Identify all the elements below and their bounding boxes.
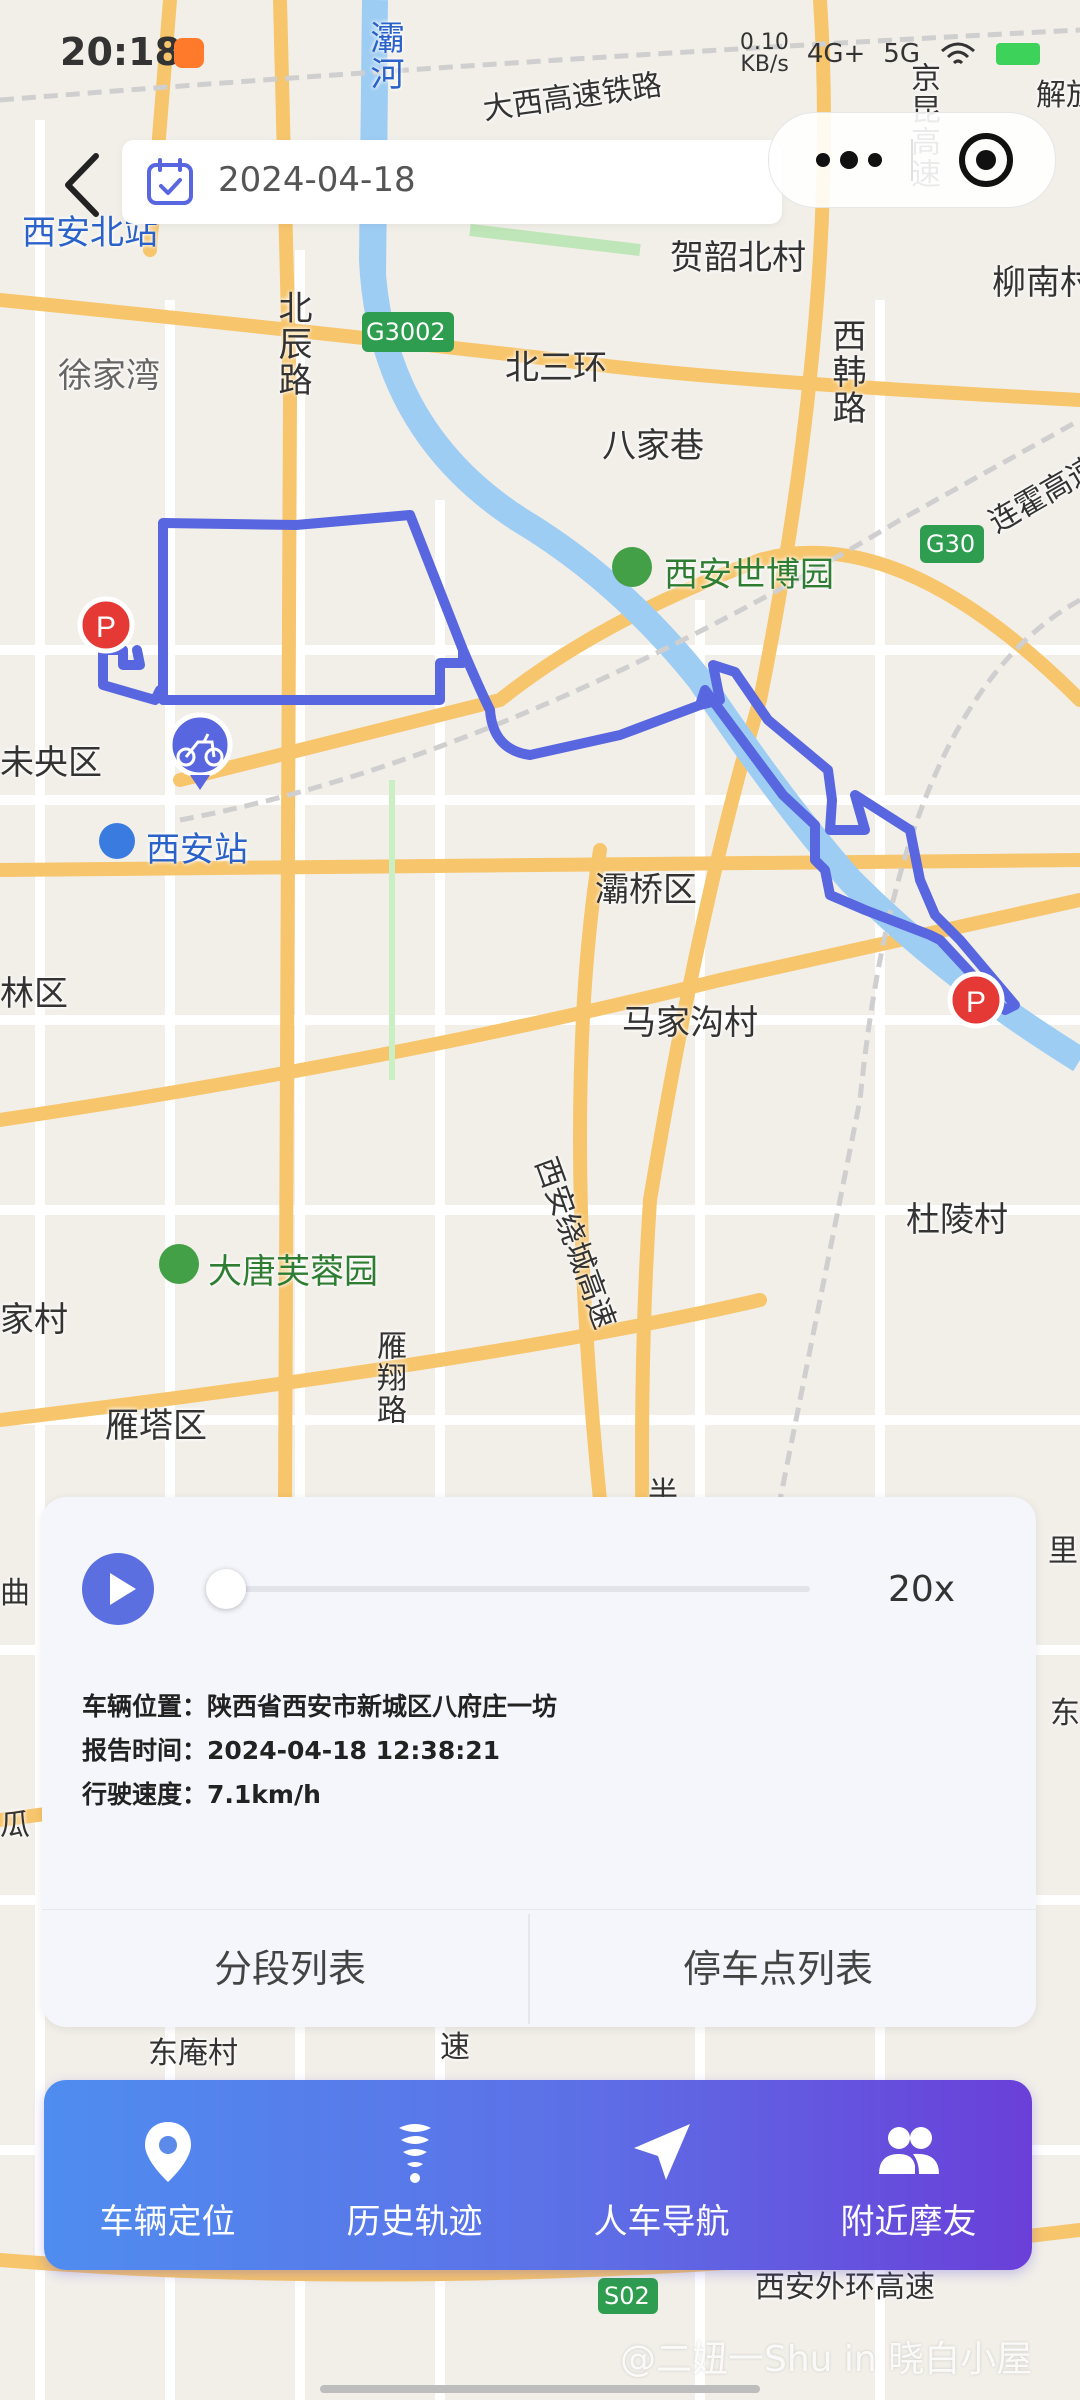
nav-label: 车辆定位 — [99, 2202, 236, 2242]
status-icons: 0.10 KB/s 4G+ 5G — [740, 32, 1040, 76]
status-time: 20:18 — [60, 30, 181, 74]
tab-parking-list[interactable]: 停车点列表 — [530, 1910, 1026, 2028]
map-label-place: 杜陵村 — [906, 1200, 1008, 1240]
play-icon — [110, 1573, 136, 1605]
map-label-road: 西韩路 — [826, 318, 866, 426]
calendar-check-icon — [147, 158, 193, 205]
map-label-place: 家村 — [0, 1300, 68, 1340]
map-label-shield: S02 — [604, 2282, 650, 2310]
report-time-label: 报告时间： — [82, 1736, 208, 1765]
progress-thumb[interactable] — [206, 1569, 246, 1609]
net-unit: KB/s — [740, 52, 789, 77]
map-label-road: 速 — [440, 2030, 470, 2065]
location-value: 陕西省西安市新城区八府庄一坊 — [207, 1692, 558, 1721]
map-label-place: 东庵村 — [148, 2036, 238, 2071]
friends-icon — [879, 2127, 939, 2174]
report-time-value: 2024-04-18 12:38:21 — [207, 1736, 500, 1765]
speed-value: 7.1km/h — [207, 1780, 321, 1809]
map-label-place: 里 — [1048, 1534, 1078, 1569]
svg-text:P: P — [96, 611, 116, 644]
map-label-shield: G3002 — [366, 318, 446, 346]
map-label-district: 林区 — [0, 974, 68, 1014]
location-label: 车辆位置： — [82, 1692, 208, 1721]
navigation-arrow-icon — [634, 2124, 690, 2180]
parking-marker-end[interactable]: P — [947, 971, 1005, 1029]
playback-speed[interactable]: 20x — [888, 1569, 955, 1610]
miniprogram-capsule — [768, 112, 1056, 208]
map-label-station: 西安站 — [146, 830, 248, 870]
more-dots-icon[interactable] — [809, 137, 889, 183]
map-label-poi: 大唐芙蓉园 — [208, 1252, 378, 1292]
app-notification-icon — [174, 38, 204, 68]
map-label-place: 柳南村 — [992, 263, 1080, 303]
nav-label: 人车导航 — [593, 2202, 730, 2242]
status-bar: 20:18 0.10 KB/s 4G+ 5G — [0, 0, 1080, 110]
speed-label: 行驶速度： — [82, 1780, 208, 1809]
map-label-shield: G30 — [926, 530, 976, 558]
tab-segment-list[interactable]: 分段列表 — [42, 1910, 538, 2028]
map-label-place: 曲 — [0, 1576, 30, 1611]
date-picker[interactable]: 2024-04-18 — [122, 140, 782, 224]
signal-4g: 4G+ — [806, 39, 866, 69]
map-label-road: 北辰路 — [272, 290, 312, 398]
map-label-road: 北三环 — [505, 348, 607, 388]
map-label-place: 东 — [1050, 1696, 1080, 1731]
map-label-poi: 西安世博园 — [664, 555, 834, 595]
report-time-line: 报告时间：2024-04-18 12:38:21 — [82, 1731, 500, 1767]
svg-text:P: P — [966, 986, 986, 1019]
watermark: @二妞一Shu in 晓白小屋 — [620, 2339, 1033, 2380]
map-label-place: 徐家湾 — [58, 356, 160, 396]
vehicle-location-line: 车辆位置：陕西省西安市新城区八府庄一坊 — [82, 1687, 557, 1723]
location-pin-icon — [145, 2122, 191, 2182]
signal-5g: 5G — [883, 39, 920, 69]
map-label-place: 马家沟村 — [622, 1003, 758, 1043]
battery-icon — [996, 43, 1040, 65]
map-label-district: 灞桥区 — [595, 870, 697, 910]
nav-label: 附近摩友 — [840, 2202, 977, 2242]
bottom-nav: 车辆定位 历史轨迹 人车导航 附近摩友 — [44, 2080, 1032, 2270]
back-button[interactable] — [58, 150, 108, 220]
map-label-district: 未央区 — [0, 743, 102, 783]
map-label-district: 雁塔区 — [105, 1406, 207, 1446]
capsule-divider — [911, 139, 913, 181]
wifi-icon — [941, 42, 975, 65]
map-label-place: 八家巷 — [602, 426, 704, 466]
date-value: 2024-04-18 — [218, 160, 416, 200]
nav-navigation[interactable]: 人车导航 — [538, 2080, 785, 2270]
poi-park-icon — [612, 547, 652, 587]
home-indicator[interactable] — [320, 2385, 760, 2393]
poi-park-icon — [159, 1244, 199, 1284]
nav-vehicle-location[interactable]: 车辆定位 — [44, 2080, 291, 2270]
nav-label: 历史轨迹 — [346, 2202, 483, 2242]
target-icon[interactable] — [955, 129, 1017, 191]
history-track-icon — [399, 2124, 431, 2183]
speed-line: 行驶速度：7.1km/h — [82, 1775, 321, 1811]
map-label-road: 雁翔路 — [371, 1330, 406, 1426]
panel-tabs: 分段列表 停车点列表 — [42, 1909, 1036, 2028]
poi-station-icon — [99, 823, 135, 859]
nav-nearby-riders[interactable]: 附近摩友 — [785, 2080, 1032, 2270]
map-label-place: 瓜 — [0, 1808, 30, 1843]
playback-panel: 20x 车辆位置：陕西省西安市新城区八府庄一坊 报告时间：2024-04-18 … — [42, 1497, 1036, 2027]
play-button[interactable] — [82, 1553, 154, 1625]
map-label-place: 贺韶北村 — [670, 238, 806, 278]
progress-track[interactable] — [210, 1586, 810, 1592]
nav-history-track[interactable]: 历史轨迹 — [291, 2080, 538, 2270]
parking-marker-start[interactable]: P — [77, 596, 135, 654]
chevron-left-icon — [65, 153, 99, 217]
